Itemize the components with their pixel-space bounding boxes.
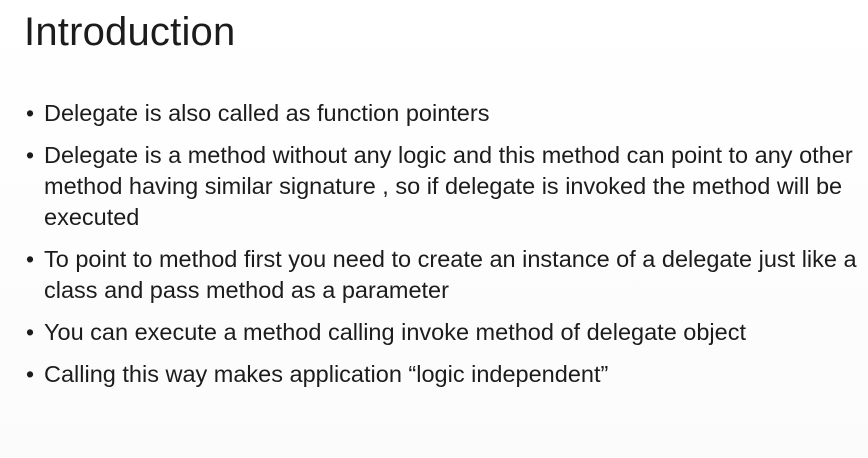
bullet-icon: • [26, 246, 35, 272]
bullet-item: • Delegate is also called as function po… [24, 98, 860, 129]
bullet-text: Delegate is also called as function poin… [44, 100, 490, 126]
bullet-icon: • [26, 142, 35, 168]
bullet-icon: • [26, 100, 35, 126]
bullet-list: • Delegate is also called as function po… [24, 98, 860, 401]
slide: Introduction • Delegate is also called a… [0, 0, 868, 458]
bullet-text: Calling this way makes application “logi… [44, 361, 609, 387]
bullet-text: Delegate is a method without any logic a… [44, 142, 853, 230]
bullet-text: To point to method first you need to cre… [44, 246, 857, 303]
bullet-item: • Delegate is a method without any logic… [24, 140, 860, 233]
slide-title: Introduction [24, 10, 236, 54]
bullet-text: You can execute a method calling invoke … [44, 319, 747, 345]
bullet-icon: • [26, 361, 35, 387]
bullet-item: • You can execute a method calling invok… [24, 317, 860, 348]
bullet-item: • Calling this way makes application “lo… [24, 359, 860, 390]
bullet-icon: • [26, 319, 35, 345]
bullet-item: • To point to method first you need to c… [24, 244, 860, 306]
